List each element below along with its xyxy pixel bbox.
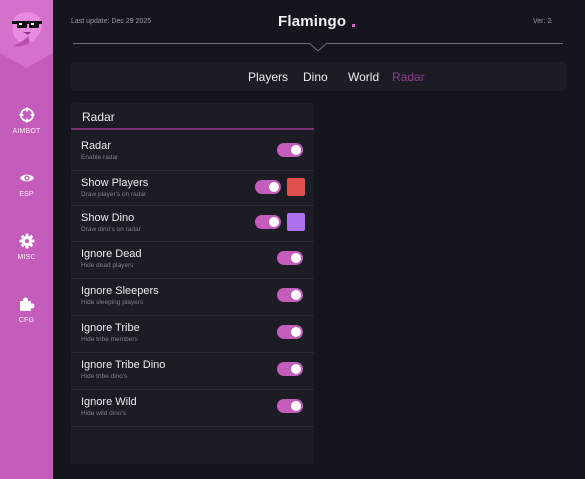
setting-row-show-dino: Show Dino Draw dino's on radar [71, 206, 314, 243]
panel-title-underline [71, 128, 314, 130]
setting-row-ignore-tribe: Ignore Tribe Hide tribe members [71, 316, 314, 353]
sidebar-item-label: ESP [19, 191, 34, 198]
toggle-knob [291, 253, 301, 263]
sidebar-item-cfg[interactable]: CFG [0, 296, 53, 336]
version-text: Ver: 2 [533, 18, 552, 25]
tab-radar[interactable]: Radar [392, 70, 425, 84]
flamingo-logo [12, 12, 42, 47]
puzzle-icon [19, 297, 34, 311]
setting-label: Ignore Wild [81, 396, 137, 408]
ignore-sleepers-toggle[interactable] [277, 288, 303, 302]
ignore-wild-toggle[interactable] [277, 399, 303, 413]
sidebar-item-esp[interactable]: ESP [0, 170, 53, 210]
setting-description: Draw dino's on radar [81, 226, 141, 233]
toggle-knob [291, 145, 301, 155]
setting-row-ignore-dead: Ignore Dead Hide dead players [71, 242, 314, 279]
app-window: AIMBOT ESP MISC CFG Last update: Dec 29 … [0, 0, 585, 479]
toggle-knob [291, 401, 301, 411]
gear-icon [19, 233, 34, 249]
setting-label: Radar [81, 140, 111, 152]
crosshair-icon [19, 107, 34, 123]
sidebar-item-label: MISC [17, 254, 36, 261]
dino-color-swatch[interactable] [287, 213, 305, 231]
setting-label: Show Dino [81, 212, 135, 224]
toggle-knob [291, 364, 301, 374]
setting-description: Hide wild dino's [81, 410, 126, 417]
sidebar-item-aimbot[interactable]: AIMBOT [0, 107, 53, 147]
setting-label: Ignore Tribe Dino [81, 359, 166, 371]
setting-row-ignore-tribe-dino: Ignore Tribe Dino Hide tribe dino's [71, 353, 314, 390]
brand-dot [352, 24, 355, 27]
eye-icon [19, 174, 34, 182]
sidebar-item-misc[interactable]: MISC [0, 233, 53, 273]
player-color-swatch[interactable] [287, 178, 305, 196]
sidebar-item-label: CFG [18, 317, 35, 324]
setting-row-show-players: Show Players Draw player's on radar [71, 171, 314, 208]
setting-label: Ignore Dead [81, 248, 142, 260]
show-dino-toggle[interactable] [255, 215, 281, 229]
setting-row-ignore-sleepers: Ignore Sleepers Hide sleeping players [71, 279, 314, 316]
toggle-knob [291, 290, 301, 300]
setting-description: Hide tribe dino's [81, 373, 128, 380]
tab-players[interactable]: Players [248, 70, 288, 84]
row-divider [71, 426, 314, 427]
setting-description: Draw player's on radar [81, 191, 147, 198]
setting-description: Enable radar [81, 154, 119, 161]
last-update-text: Last update: Dec 29 2025 [71, 18, 152, 25]
sidebar: AIMBOT ESP MISC CFG [0, 0, 53, 479]
setting-label: Ignore Sleepers [81, 285, 159, 297]
show-players-toggle[interactable] [255, 180, 281, 194]
setting-row-radar: Radar Enable radar [71, 134, 314, 171]
tab-dino[interactable]: Dino [303, 70, 328, 84]
setting-label: Ignore Tribe [81, 322, 140, 334]
panel-title: Radar [82, 110, 115, 124]
sidebar-item-label: AIMBOT [12, 128, 41, 135]
setting-description: Hide tribe members [81, 336, 138, 343]
setting-label: Show Players [81, 177, 149, 189]
ignore-tribe-toggle[interactable] [277, 325, 303, 339]
radar-toggle[interactable] [277, 143, 303, 157]
setting-description: Hide dead players [81, 262, 134, 269]
brand-title: Flamingo [278, 13, 347, 30]
ignore-tribe-dino-toggle[interactable] [277, 362, 303, 376]
toggle-knob [291, 327, 301, 337]
tab-world[interactable]: World [348, 70, 379, 84]
setting-row-ignore-wild: Ignore Wild Hide wild dino's [71, 390, 314, 427]
header-notch [309, 43, 327, 52]
toggle-knob [269, 182, 279, 192]
setting-description: Hide sleeping players [81, 299, 144, 306]
toggle-knob [269, 217, 279, 227]
ignore-dead-toggle[interactable] [277, 251, 303, 265]
